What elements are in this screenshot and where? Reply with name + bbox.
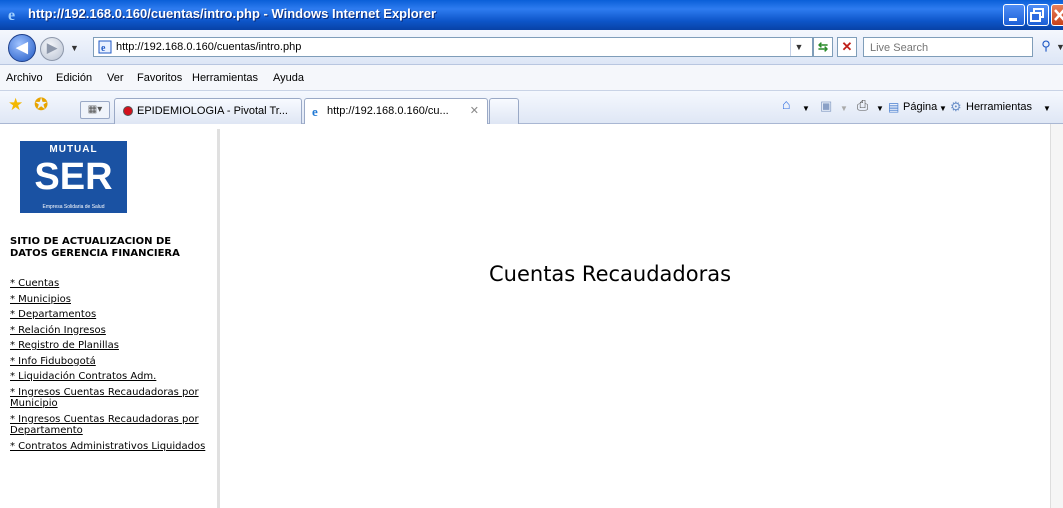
nav-link-cuentas[interactable]: * Cuentas <box>10 278 210 290</box>
nav-link-municipios[interactable]: * Municipios <box>10 294 210 306</box>
address-field[interactable]: e http://192.168.0.160/cuentas/intro.php <box>93 37 813 57</box>
history-dropdown-icon[interactable]: ▼ <box>70 43 79 53</box>
quick-tabs-icon: ▦▾ <box>87 104 103 115</box>
nav-link-registro-planillas[interactable]: * Registro de Planillas <box>10 340 210 352</box>
site-heading: SITIO DE ACTUALIZACION DE DATOS GERENCIA… <box>10 236 180 259</box>
menu-ver[interactable]: Ver <box>107 72 124 84</box>
feeds-icon[interactable]: ▣ <box>820 98 832 114</box>
menu-herramientas[interactable]: Herramientas <box>192 72 258 84</box>
minimize-button[interactable] <box>1003 4 1025 26</box>
forward-arrow-icon: ▶ <box>47 40 57 55</box>
tab-epidemiologia[interactable]: EPIDEMIOLOGIA - Pivotal Tr... <box>114 98 302 124</box>
menu-edicion[interactable]: Edición <box>56 72 92 84</box>
close-tab-icon[interactable]: ✕ <box>470 104 479 117</box>
add-favorites-icon[interactable]: ✪ <box>34 95 48 115</box>
nav-link-ingresos-municipio[interactable]: * Ingresos Cuentas Recaudadoras por Muni… <box>10 387 210 410</box>
page-menu-icon: ▤ <box>888 100 900 114</box>
new-tab-button[interactable] <box>489 98 519 124</box>
logo-tagline: Empresa Solidaria de Salud <box>42 204 105 210</box>
mutual-ser-logo: MUTUAL SER Empresa Solidaria de Salud <box>20 141 127 213</box>
nav-link-liquidacion-contratos[interactable]: * Liquidación Contratos Adm. <box>10 371 210 383</box>
nav-link-departamentos[interactable]: * Departamentos <box>10 309 210 321</box>
address-url: http://192.168.0.160/cuentas/intro.php <box>116 41 302 53</box>
logo-top-text: MUTUAL <box>49 144 98 155</box>
address-dropdown-icon[interactable]: ▼ <box>790 38 807 56</box>
close-icon <box>1054 9 1063 21</box>
record-icon <box>123 106 133 116</box>
search-box[interactable] <box>863 37 1033 57</box>
logo-main-text: SER <box>34 156 113 198</box>
window-title-bar: e http://192.168.0.160/cuentas/intro.php… <box>0 0 1063 30</box>
nav-link-contratos-liquidados[interactable]: * Contratos Administrativos Liquidados <box>10 441 210 453</box>
menu-ayuda[interactable]: Ayuda <box>273 72 304 84</box>
tools-dropdown-icon[interactable]: ▼ <box>1043 104 1051 113</box>
menu-archivo[interactable]: Archivo <box>6 72 43 84</box>
menu-favoritos[interactable]: Favoritos <box>137 72 182 84</box>
stop-icon: ✕ <box>841 39 853 54</box>
page-menu-button[interactable]: Página <box>903 101 937 113</box>
nav-link-info-fidubogota[interactable]: * Info Fidubogotá <box>10 356 210 368</box>
home-dropdown-icon[interactable]: ▼ <box>802 104 810 113</box>
search-input[interactable] <box>868 39 1022 57</box>
svg-text:e: e <box>101 43 106 54</box>
nav-link-ingresos-departamento[interactable]: * Ingresos Cuentas Recaudadoras por Depa… <box>10 414 210 437</box>
maximize-button[interactable] <box>1027 4 1049 26</box>
gear-icon: ⚙ <box>950 99 962 114</box>
window-title: http://192.168.0.160/cuentas/intro.php -… <box>28 6 437 21</box>
print-dropdown-icon[interactable]: ▼ <box>876 104 884 113</box>
search-icon: ⚲ <box>1041 38 1051 53</box>
tab-label: EPIDEMIOLOGIA - Pivotal Tr... <box>137 105 288 117</box>
favorites-star-icon[interactable]: ★ <box>8 95 23 115</box>
scrollbar[interactable] <box>1050 124 1063 508</box>
feeds-dropdown-icon[interactable]: ▼ <box>840 104 848 113</box>
search-options-icon[interactable]: ▼ <box>1056 37 1063 57</box>
home-icon[interactable]: ⌂ <box>782 96 790 112</box>
print-icon[interactable]: ⎙ <box>857 97 868 114</box>
back-arrow-icon: ◀ <box>16 39 28 56</box>
refresh-button[interactable]: ⇆ <box>813 37 833 57</box>
svg-text:e: e <box>8 7 15 23</box>
close-window-button[interactable] <box>1051 4 1063 26</box>
sidebar-nav: * Cuentas * Municipios * Departamentos *… <box>10 278 210 456</box>
tools-menu-button[interactable]: Herramientas <box>966 101 1032 113</box>
minimize-icon <box>1009 18 1017 21</box>
back-button[interactable]: ◀ <box>8 34 36 62</box>
forward-button[interactable]: ▶ <box>40 37 64 61</box>
page-icon: e <box>98 40 112 54</box>
refresh-icon: ⇆ <box>817 40 829 54</box>
tab-label: http://192.168.0.160/cu... <box>327 105 449 117</box>
page-dropdown-icon[interactable]: ▼ <box>939 104 947 113</box>
quick-tabs-button[interactable]: ▦▾ <box>80 101 110 119</box>
stop-button[interactable]: ✕ <box>837 37 857 57</box>
svg-text:e: e <box>312 104 318 118</box>
restore-icon <box>1030 8 1044 22</box>
menu-bar: Archivo Edición Ver Favoritos Herramient… <box>0 65 1063 91</box>
page-title: Cuentas Recaudadoras <box>489 262 732 286</box>
nav-link-relacion-ingresos[interactable]: * Relación Ingresos <box>10 325 210 337</box>
ie-page-icon: e <box>312 104 318 118</box>
search-button[interactable]: ⚲ <box>1036 37 1056 57</box>
internet-explorer-icon: e <box>8 7 15 23</box>
tab-cuentas[interactable]: e http://192.168.0.160/cu... ✕ <box>304 98 488 124</box>
